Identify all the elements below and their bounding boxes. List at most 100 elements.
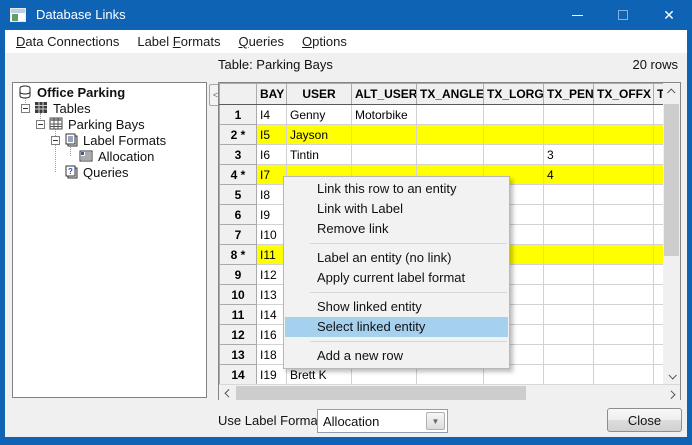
grid-cell[interactable] xyxy=(417,105,484,125)
grid-cell[interactable] xyxy=(544,305,594,325)
grid-cell[interactable] xyxy=(654,225,664,245)
horizontal-scroll-thumb[interactable] xyxy=(236,386,526,400)
scroll-up-button[interactable] xyxy=(663,83,680,100)
row-header[interactable]: 9 xyxy=(220,265,257,285)
grid-cell[interactable] xyxy=(544,285,594,305)
collapse-toggle[interactable] xyxy=(51,136,60,145)
tree-item-tables[interactable]: Tables xyxy=(21,100,91,116)
menu-options[interactable]: Options xyxy=(293,31,356,52)
grid-cell[interactable] xyxy=(594,365,654,385)
scroll-right-button[interactable] xyxy=(663,385,680,402)
grid-cell[interactable] xyxy=(654,345,664,365)
row-header[interactable]: 8 * xyxy=(220,245,257,265)
grid-cell[interactable]: Motorbike xyxy=(352,105,417,125)
row-header[interactable]: 14 xyxy=(220,365,257,385)
row-header[interactable]: 6 xyxy=(220,205,257,225)
tree-item-queries[interactable]: ? Queries xyxy=(64,164,129,180)
collapse-toggle[interactable] xyxy=(36,120,45,129)
grid-cell[interactable] xyxy=(654,325,664,345)
grid-cell[interactable] xyxy=(544,205,594,225)
row-header[interactable]: 1 xyxy=(220,105,257,125)
scroll-down-button[interactable] xyxy=(663,367,680,384)
grid-cell[interactable]: I18 xyxy=(257,345,287,365)
grid-cell[interactable] xyxy=(544,265,594,285)
grid-cell[interactable] xyxy=(654,365,664,385)
grid-cell[interactable] xyxy=(544,185,594,205)
column-header-bay[interactable]: BAY xyxy=(257,84,287,105)
row-header[interactable]: 5 xyxy=(220,185,257,205)
column-header-t[interactable]: T xyxy=(654,84,664,105)
grid-cell[interactable] xyxy=(654,165,664,185)
grid-cell[interactable] xyxy=(594,165,654,185)
context-menu-item[interactable]: Link with Label xyxy=(284,199,509,219)
grid-cell[interactable]: I5 xyxy=(257,125,287,145)
grid-cell[interactable] xyxy=(594,305,654,325)
row-header[interactable]: 11 xyxy=(220,305,257,325)
context-menu-item[interactable]: Link this row to an entity xyxy=(284,179,509,199)
tree-item-parking-bays[interactable]: Parking Bays xyxy=(36,116,145,132)
grid-cell[interactable] xyxy=(594,325,654,345)
grid-cell[interactable]: I9 xyxy=(257,205,287,225)
grid-cell[interactable] xyxy=(654,185,664,205)
grid-cell[interactable]: I16 xyxy=(257,325,287,345)
column-header-tx-angle[interactable]: TX_ANGLE xyxy=(417,84,484,105)
grid-cell[interactable]: I4 xyxy=(257,105,287,125)
grid-cell[interactable]: I10 xyxy=(257,225,287,245)
grid-cell[interactable] xyxy=(594,225,654,245)
context-menu-item[interactable]: Show linked entity xyxy=(284,297,509,317)
context-menu-item[interactable]: Label an entity (no link) xyxy=(284,248,509,268)
grid-cell[interactable]: I8 xyxy=(257,185,287,205)
context-menu-item[interactable]: Add a new row xyxy=(284,346,509,366)
grid-cell[interactable]: 3 xyxy=(544,145,594,165)
grid-cell[interactable] xyxy=(594,265,654,285)
column-header-alt-user[interactable]: ALT_USER xyxy=(352,84,417,105)
grid-cell[interactable]: I13 xyxy=(257,285,287,305)
grid-cell[interactable] xyxy=(352,145,417,165)
tree-item-label-formats[interactable]: Label Formats xyxy=(51,132,166,148)
grid-cell[interactable] xyxy=(544,105,594,125)
grid-cell[interactable] xyxy=(544,125,594,145)
grid-cell[interactable] xyxy=(654,285,664,305)
grid-cell[interactable]: I6 xyxy=(257,145,287,165)
row-header[interactable]: 12 xyxy=(220,325,257,345)
grid-cell[interactable] xyxy=(594,145,654,165)
context-menu-item[interactable]: Remove link xyxy=(284,219,509,239)
grid-cell[interactable] xyxy=(594,245,654,265)
minimize-button[interactable] xyxy=(554,0,600,30)
column-header-tx-lorg[interactable]: TX_LORG xyxy=(484,84,544,105)
menu-queries[interactable]: Queries xyxy=(229,31,293,52)
grid-cell[interactable]: I11 xyxy=(257,245,287,265)
row-header[interactable]: 4 * xyxy=(220,165,257,185)
grid-cell[interactable]: Genny xyxy=(287,105,352,125)
grid-cell[interactable] xyxy=(544,225,594,245)
grid-cell[interactable]: Tintin xyxy=(287,145,352,165)
menu-label-formats[interactable]: Label Formats xyxy=(128,31,229,52)
grid-cell[interactable]: 4 xyxy=(544,165,594,185)
grid-cell[interactable] xyxy=(594,105,654,125)
close-button[interactable]: Close xyxy=(607,408,682,432)
grid-cell[interactable] xyxy=(654,145,664,165)
grid-cell[interactable] xyxy=(544,345,594,365)
grid-cell[interactable]: I19 xyxy=(257,365,287,385)
vertical-scrollbar[interactable] xyxy=(663,83,680,384)
label-format-dropdown[interactable]: Allocation ▼ xyxy=(317,409,448,433)
close-window-button[interactable]: ✕ xyxy=(646,0,692,30)
grid-cell[interactable] xyxy=(654,265,664,285)
vertical-scroll-thumb[interactable] xyxy=(664,104,679,256)
dropdown-arrow-button[interactable]: ▼ xyxy=(426,412,445,430)
column-header-tx-pen[interactable]: TX_PEN xyxy=(544,84,594,105)
row-header[interactable]: 2 * xyxy=(220,125,257,145)
grid-cell[interactable] xyxy=(544,325,594,345)
row-header[interactable]: 3 xyxy=(220,145,257,165)
grid-cell[interactable]: I14 xyxy=(257,305,287,325)
grid-cell[interactable] xyxy=(654,125,664,145)
scroll-left-button[interactable] xyxy=(219,385,236,402)
grid-cell[interactable] xyxy=(594,205,654,225)
grid-cell[interactable] xyxy=(594,185,654,205)
row-header[interactable]: 10 xyxy=(220,285,257,305)
grid-cell[interactable]: I12 xyxy=(257,265,287,285)
grid-cell[interactable] xyxy=(544,365,594,385)
grid-cell[interactable] xyxy=(417,125,484,145)
grid-cell[interactable] xyxy=(654,105,664,125)
context-menu-item[interactable]: Apply current label format xyxy=(284,268,509,288)
